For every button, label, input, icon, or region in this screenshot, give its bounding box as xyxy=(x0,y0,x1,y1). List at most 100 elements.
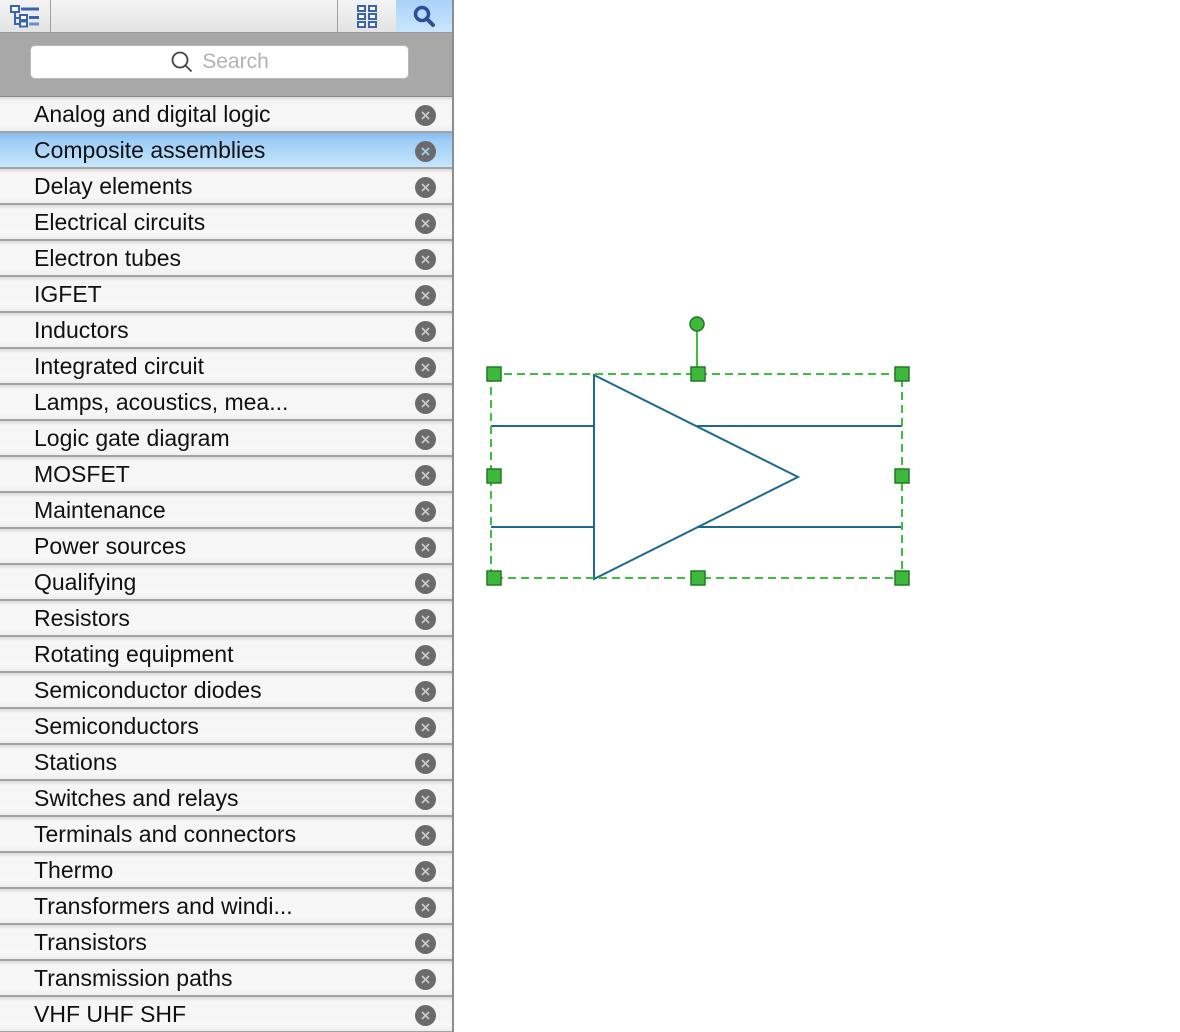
close-library-button[interactable] xyxy=(415,897,436,918)
resize-handle-bottom-right[interactable] xyxy=(894,570,910,586)
library-item[interactable]: Inductors xyxy=(0,313,452,349)
close-circle-icon xyxy=(421,507,430,516)
close-library-button[interactable] xyxy=(415,825,436,846)
resize-handle-right[interactable] xyxy=(894,468,910,484)
close-circle-icon xyxy=(421,867,430,876)
close-circle-icon xyxy=(421,615,430,624)
close-library-button[interactable] xyxy=(415,393,436,414)
close-library-button[interactable] xyxy=(415,1005,436,1026)
library-item[interactable]: Qualifying xyxy=(0,565,452,601)
tree-view-button[interactable] xyxy=(0,0,51,32)
close-library-button[interactable] xyxy=(415,717,436,738)
drawing-canvas[interactable] xyxy=(454,0,1180,1032)
close-library-button[interactable] xyxy=(415,249,436,270)
close-library-button[interactable] xyxy=(415,429,436,450)
close-library-button[interactable] xyxy=(415,213,436,234)
library-item[interactable]: Semiconductors xyxy=(0,709,452,745)
close-library-button[interactable] xyxy=(415,789,436,810)
close-circle-icon xyxy=(421,579,430,588)
selection-bounding-box xyxy=(490,373,903,579)
search-view-button[interactable] xyxy=(396,0,452,32)
close-circle-icon xyxy=(421,975,430,984)
grid-view-button[interactable] xyxy=(337,0,396,32)
amplifier-shape[interactable] xyxy=(491,373,902,581)
close-library-button[interactable] xyxy=(415,933,436,954)
close-library-button[interactable] xyxy=(415,861,436,882)
close-library-button[interactable] xyxy=(415,105,436,126)
search-input[interactable]: Search xyxy=(30,45,409,79)
close-library-button[interactable] xyxy=(415,537,436,558)
close-circle-icon xyxy=(421,111,430,120)
close-circle-icon xyxy=(421,723,430,732)
close-library-button[interactable] xyxy=(415,357,436,378)
close-library-button[interactable] xyxy=(415,681,436,702)
library-item[interactable]: Transformers and windi... xyxy=(0,889,452,925)
library-item-label: Qualifying xyxy=(34,569,137,595)
close-library-button[interactable] xyxy=(415,645,436,666)
library-item[interactable]: MOSFET xyxy=(0,457,452,493)
library-item[interactable]: Stations xyxy=(0,745,452,781)
close-circle-icon xyxy=(421,327,430,336)
library-item-label: Semiconductors xyxy=(34,713,199,739)
library-item[interactable]: Semiconductor diodes xyxy=(0,673,452,709)
library-item[interactable]: Resistors xyxy=(0,601,452,637)
library-item[interactable]: Analog and digital logic xyxy=(0,97,452,133)
resize-handle-top-right[interactable] xyxy=(894,366,910,382)
library-item[interactable]: Transmission paths xyxy=(0,961,452,997)
close-circle-icon xyxy=(421,939,430,948)
library-item[interactable]: Maintenance xyxy=(0,493,452,529)
close-library-button[interactable] xyxy=(415,141,436,162)
close-circle-icon xyxy=(421,255,430,264)
library-item[interactable]: Thermo xyxy=(0,853,452,889)
library-item[interactable]: Lamps, acoustics, mea... xyxy=(0,385,452,421)
library-item[interactable]: Delay elements xyxy=(0,169,452,205)
selection-frame xyxy=(486,316,910,586)
resize-handle-top[interactable] xyxy=(690,366,706,382)
library-item[interactable]: Composite assemblies xyxy=(0,133,452,169)
rotation-handle[interactable] xyxy=(689,316,705,332)
resize-handle-bottom-left[interactable] xyxy=(486,570,502,586)
resize-handle-top-left[interactable] xyxy=(486,366,502,382)
library-item-label: VHF UHF SHF xyxy=(34,1001,187,1027)
library-item-label: Electron tubes xyxy=(34,245,182,271)
library-item[interactable]: Electrical circuits xyxy=(0,205,452,241)
library-item[interactable]: Terminals and connectors xyxy=(0,817,452,853)
amplifier-triangle xyxy=(593,373,801,581)
resize-handle-left[interactable] xyxy=(486,468,502,484)
library-item-label: Integrated circuit xyxy=(34,353,205,379)
library-item[interactable]: Electron tubes xyxy=(0,241,452,277)
close-library-button[interactable] xyxy=(415,753,436,774)
library-item[interactable]: Power sources xyxy=(0,529,452,565)
close-library-button[interactable] xyxy=(415,501,436,522)
grid-icon xyxy=(357,5,377,28)
close-library-button[interactable] xyxy=(415,177,436,198)
library-item-label: MOSFET xyxy=(34,461,130,487)
library-item-label: Stations xyxy=(34,749,118,775)
close-circle-icon xyxy=(421,759,430,768)
close-library-button[interactable] xyxy=(415,573,436,594)
close-library-button[interactable] xyxy=(415,969,436,990)
library-item-label: Transmission paths xyxy=(34,965,233,991)
close-circle-icon xyxy=(421,147,430,156)
close-circle-icon xyxy=(421,1011,430,1020)
resize-handle-bottom[interactable] xyxy=(690,570,706,586)
library-item[interactable]: Integrated circuit xyxy=(0,349,452,385)
library-item[interactable]: Rotating equipment xyxy=(0,637,452,673)
search-area: Search xyxy=(0,33,452,97)
library-item-label: Rotating equipment xyxy=(34,641,234,667)
close-library-button[interactable] xyxy=(415,321,436,342)
library-item[interactable]: Switches and relays xyxy=(0,781,452,817)
close-library-button[interactable] xyxy=(415,285,436,306)
library-item[interactable]: IGFET xyxy=(0,277,452,313)
library-item-label: Power sources xyxy=(34,533,187,559)
library-item-label: Semiconductor diodes xyxy=(34,677,262,703)
close-library-button[interactable] xyxy=(415,609,436,630)
library-item[interactable]: VHF UHF SHF xyxy=(0,997,452,1032)
library-item[interactable]: Logic gate diagram xyxy=(0,421,452,457)
close-circle-icon xyxy=(421,471,430,480)
close-library-button[interactable] xyxy=(415,465,436,486)
search-placeholder: Search xyxy=(202,50,269,73)
close-circle-icon xyxy=(421,363,430,372)
library-item[interactable]: Transistors xyxy=(0,925,452,961)
close-circle-icon xyxy=(421,903,430,912)
